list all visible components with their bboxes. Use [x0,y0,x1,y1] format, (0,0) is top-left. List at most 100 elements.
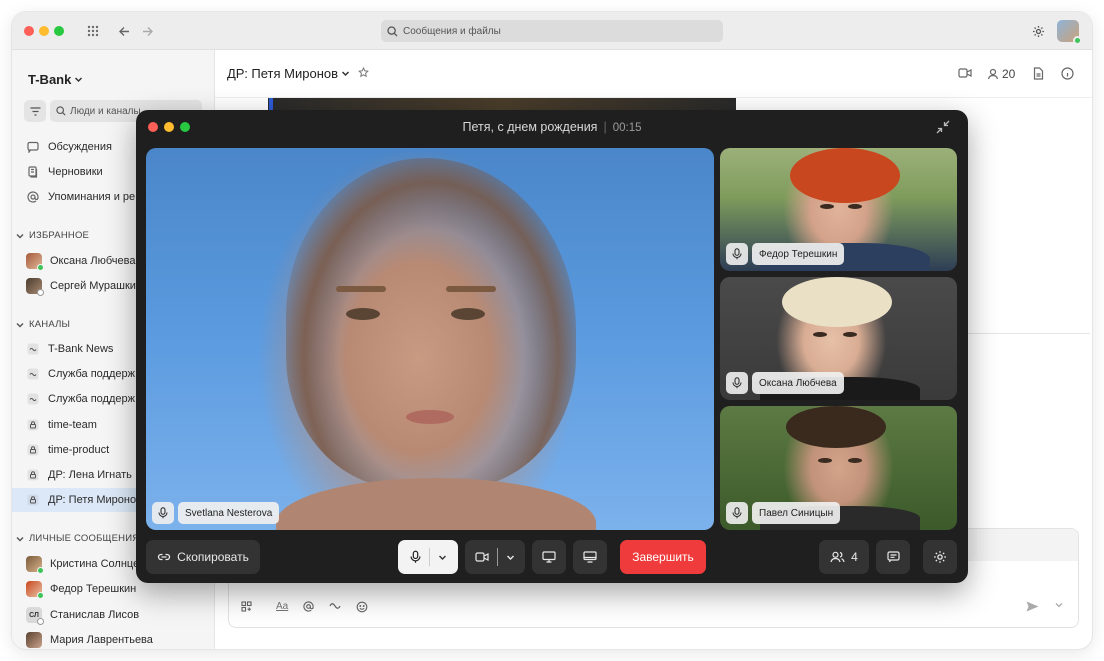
chevron-down-icon [16,233,24,238]
screen-share-button[interactable] [532,540,566,574]
files-icon[interactable] [1033,67,1044,80]
sidebar-item-label: Кристина Солнце [50,558,140,570]
lock-icon [26,443,40,457]
workspace-switcher[interactable]: T-Bank [28,72,83,87]
participants-icon [830,551,845,563]
close-window-button[interactable] [24,26,34,36]
avatar [26,556,44,574]
call-settings-button[interactable] [923,540,957,574]
participant-eye [843,332,857,337]
participants-button[interactable]: 4 [819,540,869,574]
online-status-dot [37,264,44,271]
participant-tile-oksana[interactable]: Оксана Любчева [720,277,957,400]
display-mode-button[interactable] [573,540,607,574]
participant-video [790,148,900,203]
emoji-icon[interactable] [356,601,368,613]
members-count: 20 [1002,67,1016,81]
offline-status-dot [37,618,44,625]
back-arrow-icon[interactable] [115,22,133,40]
copy-link-button[interactable]: Скопировать [146,540,260,574]
sidebar-item-label: Служба поддерж [48,368,135,380]
apps-grid-icon[interactable] [84,22,102,40]
shortcuts-icon[interactable] [241,601,252,612]
channels-section-header[interactable]: КАНАЛЫ [16,319,70,330]
user-avatar[interactable] [1057,20,1082,45]
participant-brow [446,286,496,292]
section-header-label: ИЗБРАННОЕ [29,230,90,241]
collapse-icon[interactable] [936,120,950,139]
info-icon[interactable] [1061,67,1074,80]
settings-gear-icon[interactable] [1029,22,1047,40]
display-icon [583,551,597,563]
microphone-icon [152,502,174,524]
participant-shoulders [276,478,596,530]
participants-count: 4 [851,550,858,564]
participant-eye [848,204,862,209]
video-call-icon[interactable] [958,67,972,79]
mention-icon[interactable] [303,601,314,612]
maximize-window-button[interactable] [54,26,64,36]
video-call-window[interactable]: Петя, с днем рождения | 00:15 Svetlana Nes… [136,110,968,583]
participant-name-tag: Оксана Любчева [726,372,844,394]
camera-toggle-button[interactable] [465,540,525,574]
avatar-initials: СЛ [29,611,39,619]
microphone-toggle-button[interactable] [398,540,458,574]
participant-eye [848,458,862,463]
sidebar-item-label: Федор Терешкин [50,583,137,595]
participant-brow [336,286,386,292]
participant-name-tag: Павел Синицын [726,502,841,524]
participant-name: Федор Терешкин [752,243,845,265]
participant-video [786,406,886,448]
participant-video [782,277,892,327]
app-window: Сообщения и файлы T-Bank Люди и каналы О… [12,12,1092,649]
participant-eye [346,308,380,320]
main-video-tile[interactable]: Svetlana Nesterova [146,148,714,530]
search-icon [56,106,66,116]
forward-arrow-icon[interactable] [138,22,156,40]
favorites-section-header[interactable]: ИЗБРАННОЕ [16,230,89,241]
copy-link-label: Скопировать [177,550,249,564]
filter-button[interactable] [24,100,46,122]
discussions-icon [26,140,40,154]
lock-icon [26,468,40,482]
people-search-placeholder: Люди и каналы [70,105,141,117]
chevron-down-icon [16,536,24,541]
chevron-down-icon[interactable] [438,553,447,562]
chat-icon [886,551,900,563]
tilde-icon[interactable] [329,601,341,609]
sidebar-item-maria[interactable]: Мария Лаврентьева [12,628,215,649]
participant-video [286,158,576,488]
members-button[interactable]: 20 [987,67,1015,81]
sidebar-item-label: time-team [48,419,97,431]
chevron-down-icon[interactable] [506,553,515,562]
sidebar-item-stanislav[interactable]: СЛ Станислав Лисов [12,603,215,627]
star-icon[interactable] [358,66,369,81]
minimize-window-button[interactable] [39,26,49,36]
channel-title[interactable]: ДР: Петя Миронов [227,66,369,81]
channel-header: ДР: Петя Миронов 20 [215,50,1092,98]
end-call-button[interactable]: Завершить [620,540,706,574]
participant-tile-pavel[interactable]: Павел Синицын [720,406,957,530]
text-format-icon[interactable]: Aa [276,601,288,612]
section-header-label: ЛИЧНЫЕ СООБЩЕНИЯ [29,533,140,544]
avatar [26,581,44,599]
sidebar-item-label: Мария Лаврентьева [50,634,153,646]
sidebar-item-label: Служба поддерж [48,393,135,405]
sidebar-item-label: ДР: Петя Мироно [48,494,137,506]
dm-section-header[interactable]: ЛИЧНЫЕ СООБЩЕНИЯ [16,533,139,544]
global-search-input[interactable]: Сообщения и файлы [381,20,723,42]
participant-eye [818,458,832,463]
search-icon [387,25,398,36]
send-options-chevron-icon[interactable] [1055,601,1063,609]
microphone-icon [726,243,748,265]
sidebar-item-label: Станислав Лисов [50,609,140,621]
send-icon[interactable] [1026,601,1039,612]
button-divider [428,548,430,566]
channel-icon [26,392,40,406]
global-search-placeholder: Сообщения и файлы [403,25,501,37]
chevron-down-icon [75,77,83,83]
call-chat-button[interactable] [876,540,910,574]
participant-tile-fedor[interactable]: Федор Терешкин [720,148,957,271]
filter-icon [30,106,40,116]
sidebar-item-label: Обсуждения [48,141,112,153]
